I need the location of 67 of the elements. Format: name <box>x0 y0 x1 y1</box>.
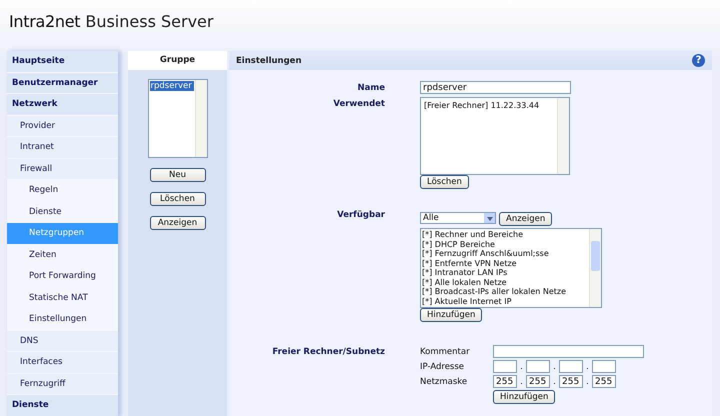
sidebar-item[interactable]: Port Forwarding <box>7 266 118 288</box>
sidebar-item[interactable]: DNS <box>7 330 118 352</box>
octet-field[interactable] <box>493 360 517 373</box>
help-icon[interactable]: ? <box>692 54 705 67</box>
sidebar-item[interactable]: Interfaces <box>7 352 118 374</box>
add-button[interactable]: Hinzufügen <box>493 390 556 404</box>
add-button[interactable]: Hinzufügen <box>420 308 482 322</box>
name-field[interactable]: rpdserver <box>420 81 571 94</box>
octet-field[interactable]: 255 <box>493 375 517 388</box>
scrollbar[interactable] <box>589 229 601 307</box>
list-item[interactable]: rpdserver <box>150 81 194 91</box>
list-item[interactable]: [*] Entfernte VPN Netze <box>422 258 588 268</box>
octet-field[interactable]: 255 <box>592 375 616 388</box>
action-button[interactable]: Anzeigen <box>150 216 206 230</box>
octet-field[interactable]: 255 <box>559 375 583 388</box>
delete-button[interactable]: Löschen <box>420 175 469 189</box>
available-listbox[interactable] <box>420 228 602 308</box>
used-listbox[interactable]: [Freier Rechner] 11.22.33.44 <box>420 97 570 175</box>
sidebar-item[interactable]: Fernzugriff <box>7 374 118 395</box>
sidebar-item[interactable]: Hauptseite <box>7 51 118 72</box>
group-listbox[interactable]: rpdserver <box>148 79 208 158</box>
field-label: Freier Rechner/Subnetz <box>271 346 385 359</box>
sidebar-item[interactable]: Intranet <box>7 137 118 158</box>
show-button[interactable]: Anzeigen <box>499 212 552 226</box>
octet-field[interactable] <box>559 360 583 373</box>
sidebar-item[interactable]: Einstellungen <box>7 309 118 330</box>
action-button[interactable]: Neu <box>150 168 206 182</box>
scrollbar[interactable] <box>557 98 569 174</box>
separator-dot: . <box>585 362 590 372</box>
sidebar-item[interactable]: Dienste <box>7 202 118 223</box>
list-item[interactable]: [*] Intranator LAN IPs <box>422 268 588 278</box>
field-label: Kommentar <box>420 346 471 356</box>
separator-dot: . <box>519 362 524 372</box>
list-item[interactable]: [*] Alle lokalen Netze <box>422 278 588 287</box>
column-header: Gruppe <box>128 51 227 70</box>
sidebar-item[interactable]: Firewall <box>7 158 118 180</box>
field-label: Netzmaske <box>420 376 468 386</box>
sidebar-item[interactable]: Benutzermanager <box>7 72 118 94</box>
action-button[interactable]: Löschen <box>150 192 206 206</box>
field-label: Verwendet <box>332 98 385 111</box>
list-item[interactable]: [*] Rechner und Bereiche <box>422 230 588 240</box>
comment-field[interactable] <box>493 345 644 358</box>
list-item[interactable]: [Freier Rechner] 11.22.33.44 <box>422 99 556 112</box>
field-label: IP-Adresse <box>420 362 466 372</box>
sidebar-item[interactable]: Zeiten <box>7 244 118 266</box>
octet-field[interactable]: 255 <box>526 375 550 388</box>
field-label: Verfügbar <box>336 209 385 222</box>
separator-dot: . <box>585 376 590 386</box>
field-label: Name <box>356 82 385 94</box>
list-item[interactable]: [*] Fernzugriff Anschl&uuml;sse <box>422 249 588 258</box>
sidebar-item[interactable]: Statische NAT <box>7 288 118 309</box>
sidebar-item[interactable]: Regeln <box>7 180 118 202</box>
separator-dot: . <box>519 376 524 386</box>
octet-field[interactable] <box>526 360 550 373</box>
panel-title: Einstellungen <box>236 56 302 66</box>
scrollbar[interactable] <box>194 80 206 157</box>
list-item[interactable]: [*] Aktuelle Internet IP <box>422 296 588 306</box>
product-logo: Intra2net Business Server <box>9 12 214 31</box>
sidebar-item[interactable]: Provider <box>7 116 118 137</box>
separator-dot: . <box>552 362 557 372</box>
filter-dropdown[interactable]: Alle <box>420 212 496 224</box>
list-item[interactable]: [*] DHCP Bereiche <box>422 240 588 249</box>
separator-dot: . <box>552 376 557 386</box>
sidebar-item[interactable]: Dienste <box>7 395 118 416</box>
sidebar-item[interactable]: Netzwerk <box>7 94 118 116</box>
list-item[interactable]: [*] Broadcast-IPs aller lokalen Netze <box>422 287 588 296</box>
octet-field[interactable] <box>592 360 616 373</box>
